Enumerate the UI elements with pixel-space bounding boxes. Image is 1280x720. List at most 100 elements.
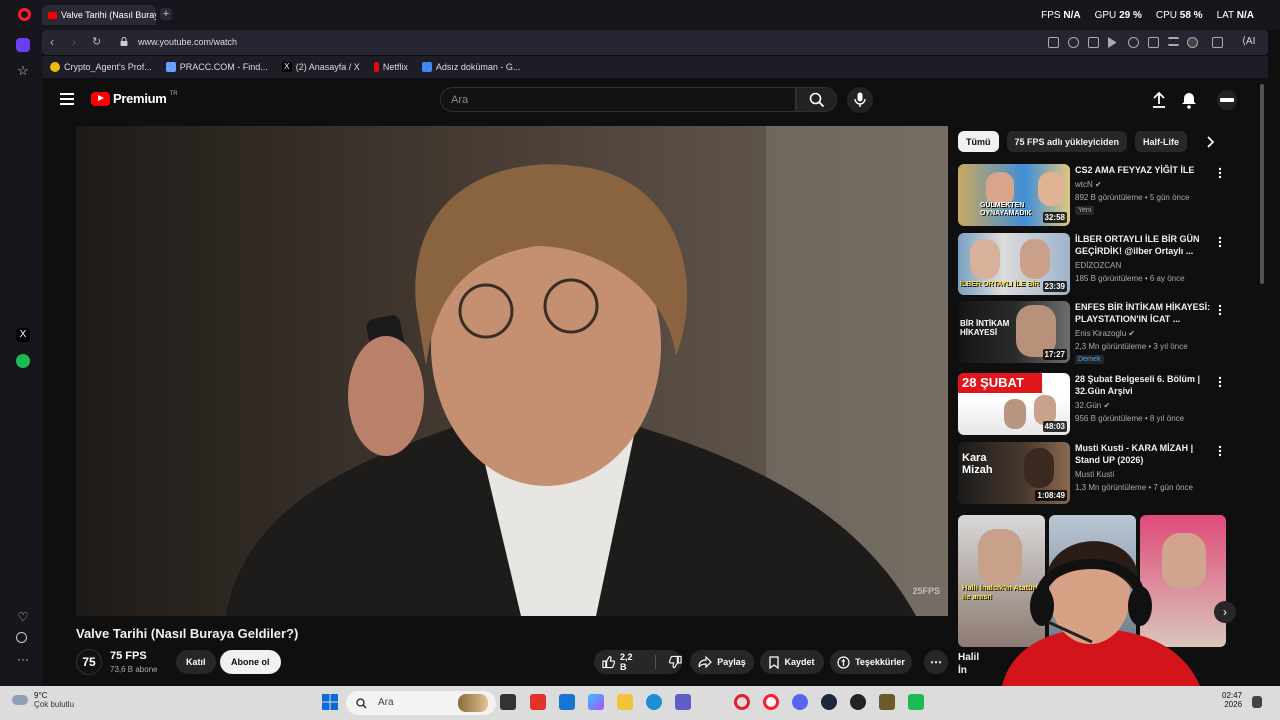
chip-all[interactable]: Tümü bbox=[958, 131, 999, 152]
like-count: 2,2 B bbox=[620, 652, 633, 672]
save-button[interactable]: Kaydet bbox=[760, 650, 824, 674]
video-thumbnail[interactable]: BİR İNTİKAM HİKAYESİ 17:27 bbox=[958, 301, 1070, 363]
search-input[interactable]: Ara bbox=[440, 87, 796, 112]
video-thumbnail[interactable]: İLBER ORTAYLI İLE BİR 23:39 bbox=[958, 233, 1070, 295]
camera-icon[interactable] bbox=[1068, 37, 1079, 48]
history-icon[interactable] bbox=[16, 632, 27, 643]
search-button[interactable] bbox=[796, 87, 837, 112]
video-player[interactable]: 25FPS bbox=[76, 126, 948, 616]
lock-icon bbox=[120, 37, 128, 46]
video-thumbnail[interactable]: 28 ŞUBAT 48:03 bbox=[958, 373, 1070, 435]
like-button[interactable]: 2,2 B bbox=[594, 650, 682, 674]
reload-icon[interactable]: ↻ bbox=[92, 35, 101, 48]
weather-widget[interactable]: 9°C Çok bulutlu bbox=[12, 691, 74, 709]
forward-icon[interactable]: › bbox=[72, 35, 76, 49]
kebab-menu-icon[interactable] bbox=[1218, 304, 1222, 316]
kebab-menu-icon[interactable] bbox=[1218, 236, 1222, 248]
clock-date: 2026 bbox=[1224, 700, 1243, 709]
teams-icon[interactable] bbox=[675, 694, 691, 710]
app-icon-2[interactable] bbox=[879, 694, 895, 710]
taskbar-search-input[interactable]: Ara bbox=[346, 691, 496, 715]
bookmark-item[interactable]: Netflix bbox=[373, 62, 408, 72]
task-view-icon[interactable] bbox=[500, 694, 516, 710]
app-icon-3[interactable] bbox=[908, 694, 924, 710]
bookmark-item[interactable]: PRACC.COM - Find... bbox=[165, 62, 268, 72]
obs-icon[interactable] bbox=[850, 694, 866, 710]
related-video[interactable]: 28 ŞUBAT 48:03 28 Şubat Belgeseli 6. Böl… bbox=[958, 373, 1228, 435]
subscribe-button[interactable]: Abone ol bbox=[220, 650, 281, 674]
thanks-button[interactable]: Teşekkürler bbox=[830, 650, 912, 674]
verified-icon: ✔ bbox=[1103, 401, 1111, 410]
opera-taskbar-icon[interactable] bbox=[763, 694, 779, 710]
youtube-premium-logo[interactable]: Premium TR bbox=[91, 91, 178, 106]
kebab-menu-icon[interactable] bbox=[1218, 445, 1222, 457]
scrollbar[interactable] bbox=[1260, 84, 1264, 284]
channel-avatar[interactable]: 75 bbox=[76, 649, 102, 675]
ai-button[interactable]: ⟨AI bbox=[1242, 36, 1255, 47]
fps-readout: FPS N/A bbox=[1041, 10, 1081, 21]
kebab-menu-icon[interactable] bbox=[1218, 167, 1222, 179]
list-icon[interactable] bbox=[1168, 37, 1179, 46]
spotify-icon[interactable] bbox=[16, 354, 30, 368]
bookmark-icon bbox=[769, 655, 780, 669]
channel-name[interactable]: 75 FPS bbox=[110, 650, 147, 662]
account-avatar[interactable] bbox=[1217, 90, 1237, 110]
kebab-menu-icon[interactable] bbox=[1218, 376, 1222, 388]
heart-icon[interactable] bbox=[1128, 37, 1139, 48]
video-thumbnail[interactable]: GÜLMEKTEN OYNAYAMADIK 32:58 bbox=[958, 164, 1070, 226]
notifications-bell-icon[interactable] bbox=[1179, 90, 1199, 110]
join-button[interactable]: Katıl bbox=[176, 650, 216, 674]
upload-icon[interactable] bbox=[1149, 90, 1169, 110]
play-icon[interactable] bbox=[1108, 37, 1116, 48]
notification-icon[interactable] bbox=[1252, 696, 1262, 708]
hamburger-menu-icon[interactable] bbox=[60, 93, 74, 105]
discord-icon[interactable] bbox=[792, 694, 808, 710]
extension-icon[interactable] bbox=[1212, 37, 1223, 48]
more-sidebar-icon[interactable]: ··· bbox=[16, 652, 30, 666]
browser-tab-active[interactable]: Valve Tarihi (Nasıl Buraya bbox=[42, 5, 156, 25]
url-field[interactable]: www.youtube.com/watch bbox=[138, 37, 237, 47]
video-title: Valve Tarihi (Nasıl Buraya Geldiler?) bbox=[76, 626, 299, 641]
copilot-icon[interactable] bbox=[588, 694, 604, 710]
share-button[interactable]: Paylaş bbox=[690, 650, 754, 674]
related-video[interactable]: BİR İNTİKAM HİKAYESİ 17:27 ENFES BİR İNT… bbox=[958, 301, 1228, 364]
star-icon[interactable]: ☆ bbox=[16, 64, 30, 78]
bookmark-item[interactable]: X (2) Anasayfa / X bbox=[281, 62, 360, 72]
docs-favicon-icon bbox=[421, 62, 432, 72]
store-icon[interactable] bbox=[559, 694, 575, 710]
edge-icon[interactable] bbox=[646, 694, 662, 710]
opera-logo-icon[interactable] bbox=[18, 8, 31, 21]
x-sidebar-icon[interactable]: X bbox=[16, 328, 30, 342]
related-video[interactable]: GÜLMEKTEN OYNAYAMADIK 32:58 CS2 AMA FEYY… bbox=[958, 164, 1228, 226]
video-duration: 48:03 bbox=[1042, 421, 1067, 432]
bookmark-item[interactable]: Adsız doküman - G... bbox=[421, 62, 520, 72]
opera-gx-icon[interactable] bbox=[734, 694, 750, 710]
bookmark-item[interactable]: Crypto_Agent's Prof... bbox=[50, 62, 152, 72]
file-explorer-icon[interactable] bbox=[617, 694, 633, 710]
related-video[interactable]: Kara Mizah 1:08:49 Musti Kusti - KARA Mİ… bbox=[958, 442, 1228, 504]
new-tab-button[interactable]: + bbox=[160, 8, 172, 20]
related-video-title: ENFES BİR İNTİKAM HİKAYESİ: PLAYSTATION'… bbox=[1075, 302, 1211, 324]
heart-sidebar-icon[interactable]: ♡ bbox=[16, 610, 30, 624]
windows-start-icon[interactable] bbox=[322, 694, 338, 710]
edit-icon[interactable] bbox=[1048, 37, 1059, 48]
chip-from-uploader[interactable]: 75 FPS adlı yükleyiciden bbox=[1006, 131, 1128, 152]
thumbs-down-icon[interactable] bbox=[668, 655, 682, 669]
chip-half-life[interactable]: Half-Life bbox=[1135, 131, 1188, 152]
shield-icon[interactable] bbox=[1088, 37, 1099, 48]
super-thanks-icon bbox=[837, 655, 850, 669]
video-thumbnail[interactable]: Kara Mizah 1:08:49 bbox=[958, 442, 1070, 504]
video-duration: 23:39 bbox=[1042, 281, 1067, 292]
youtube-favicon-icon bbox=[48, 11, 57, 19]
app-icon[interactable] bbox=[530, 694, 546, 710]
chevron-right-icon[interactable] bbox=[1202, 134, 1218, 150]
profile-icon[interactable] bbox=[1187, 37, 1198, 48]
back-icon[interactable]: ‹ bbox=[50, 35, 54, 49]
streamer-webcam-overlay bbox=[942, 540, 1242, 686]
voice-search-button[interactable] bbox=[847, 87, 873, 113]
download-icon[interactable] bbox=[1148, 37, 1159, 48]
system-clock[interactable]: 02:47 2026 bbox=[1222, 691, 1242, 709]
steam-icon[interactable] bbox=[821, 694, 837, 710]
home-icon[interactable] bbox=[16, 38, 30, 52]
related-video[interactable]: İLBER ORTAYLI İLE BİR 23:39 İLBER ORTAYL… bbox=[958, 233, 1228, 295]
